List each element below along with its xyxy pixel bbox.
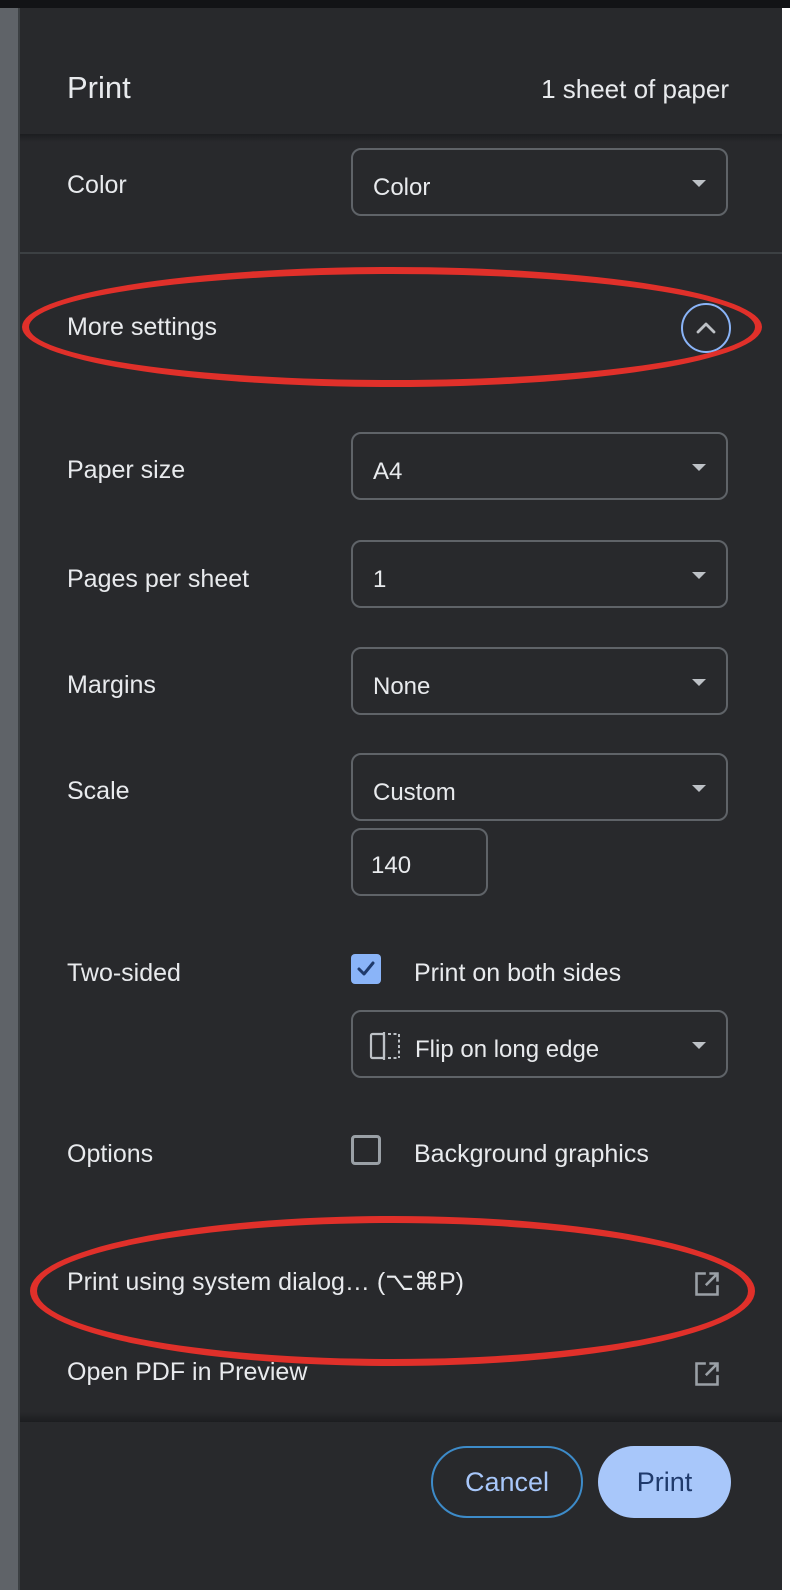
dropdown-arrow-icon (692, 1042, 706, 1049)
background-graphics-label[interactable]: Background graphics (414, 1140, 649, 1169)
footer-shadow (20, 1412, 782, 1422)
background-graphics-checkbox[interactable] (351, 1135, 381, 1165)
dialog-header: Print 1 sheet of paper (20, 8, 782, 134)
color-select[interactable]: Color (351, 148, 728, 216)
pages-per-sheet-select[interactable]: 1 (351, 540, 728, 608)
divider (20, 252, 782, 254)
print-settings-panel: Print 1 sheet of paper Color Color More … (20, 8, 782, 1590)
annotation-oval-more-settings (22, 267, 762, 387)
preview-right-edge (782, 8, 790, 1590)
header-shadow (20, 134, 782, 142)
scale-select[interactable]: Custom (351, 753, 728, 821)
pages-per-sheet-label: Pages per sheet (67, 565, 250, 593)
checkmark-icon (357, 961, 375, 976)
pages-per-sheet-value: 1 (373, 566, 387, 593)
cancel-button[interactable]: Cancel (431, 1446, 583, 1518)
flip-edge-value: Flip on long edge (415, 1036, 600, 1063)
scale-custom-input[interactable]: 140 (351, 828, 488, 896)
dropdown-arrow-icon (692, 572, 706, 579)
dropdown-arrow-icon (692, 785, 706, 792)
color-select-value: Color (373, 174, 431, 201)
sheet-count: 1 sheet of paper (541, 74, 729, 104)
print-both-sides-label[interactable]: Print on both sides (414, 959, 621, 988)
paper-size-select[interactable]: A4 (351, 432, 728, 500)
paper-size-label: Paper size (67, 456, 186, 484)
dialog-title: Print (67, 70, 131, 105)
margins-select[interactable]: None (351, 647, 728, 715)
scale-custom-value: 140 (371, 852, 412, 879)
print-button[interactable]: Print (598, 1446, 731, 1518)
scale-label: Scale (67, 777, 130, 805)
margins-label: Margins (67, 671, 156, 699)
two-sided-label: Two-sided (67, 959, 181, 987)
scale-value: Custom (373, 779, 456, 806)
color-label: Color (67, 171, 127, 199)
flip-edge-select[interactable]: Flip on long edge (351, 1010, 728, 1078)
options-label: Options (67, 1140, 154, 1168)
open-external-icon[interactable] (693, 1360, 721, 1388)
paper-size-value: A4 (373, 458, 403, 485)
open-pdf-link[interactable]: Open PDF in Preview (67, 1358, 307, 1387)
dropdown-arrow-icon (692, 180, 706, 187)
window-top-strip (0, 0, 790, 8)
flip-long-edge-icon (369, 1032, 400, 1060)
dropdown-arrow-icon (692, 679, 706, 686)
margins-value: None (373, 673, 431, 700)
annotation-oval-system-dialog (30, 1216, 755, 1366)
preview-edge (0, 8, 18, 1590)
dropdown-arrow-icon (692, 464, 706, 471)
print-both-sides-checkbox[interactable] (351, 954, 381, 984)
